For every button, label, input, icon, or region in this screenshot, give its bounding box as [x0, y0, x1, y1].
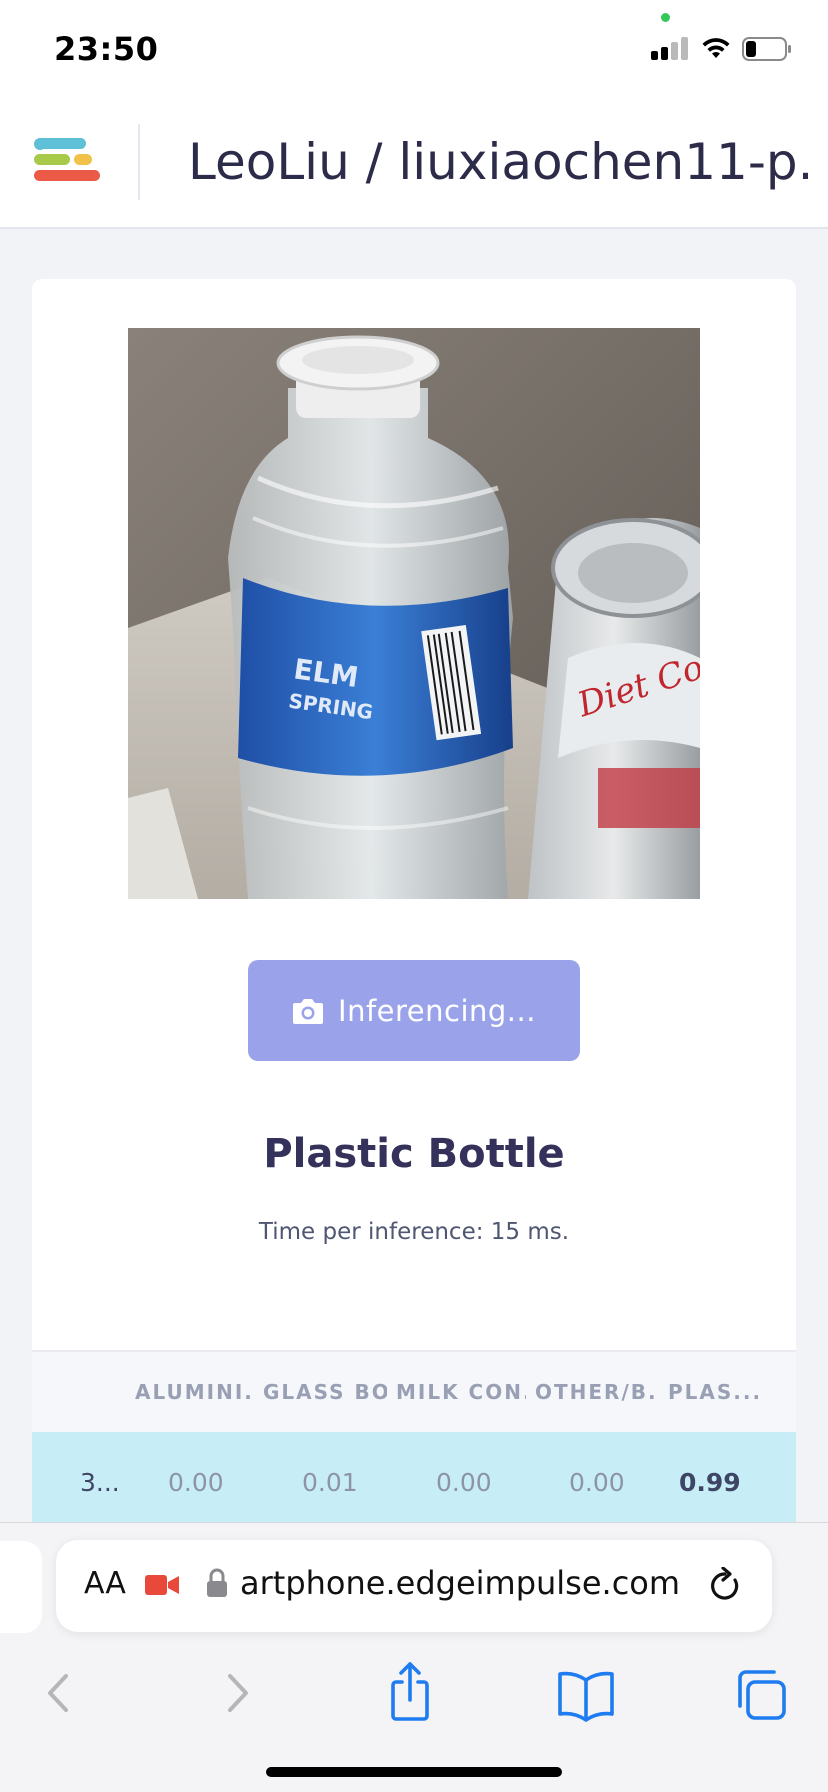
column-header: MILK CON... [396, 1380, 526, 1404]
classifier-card: Diet Coke ELM SPRING Inferencing... Plas… [32, 279, 796, 1532]
table-cell: 0.00 [436, 1468, 492, 1497]
table-row: 3... 0.00 0.01 0.00 0.00 0.99 [32, 1432, 796, 1532]
project-title[interactable]: LeoLiu / liuxiaochen11-p... [188, 130, 808, 195]
tabs-button[interactable] [730, 1658, 790, 1728]
camera-preview-image: Diet Coke ELM SPRING [128, 328, 700, 899]
tabs-icon [738, 1670, 786, 1720]
table-cell: 0.00 [569, 1468, 625, 1497]
bookmarks-icon [558, 1671, 614, 1722]
reload-icon[interactable] [708, 1567, 742, 1603]
column-header: PLAS... [668, 1380, 758, 1404]
camera-recording-icon[interactable] [144, 1573, 180, 1597]
column-header: OTHER/B... [535, 1380, 655, 1404]
header-divider [138, 124, 140, 200]
forward-button[interactable] [206, 1658, 266, 1728]
inference-time: Time per inference: 15 ms. [258, 1219, 570, 1245]
lock-icon [207, 1568, 227, 1597]
browser-toolbar [0, 1658, 828, 1738]
table-cell-top-score: 0.99 [679, 1468, 741, 1497]
text-size-button[interactable]: AA [84, 1566, 126, 1601]
address-bar[interactable]: AA artphone.edgeimpulse.com [56, 1540, 772, 1632]
capture-button-label: Inferencing... [338, 993, 536, 1028]
forward-icon [228, 1674, 248, 1712]
camera-in-use-dot [661, 13, 670, 22]
text-size-label: AA [84, 1566, 126, 1601]
table-cell: 0.00 [168, 1468, 224, 1497]
camera-icon [293, 998, 324, 1024]
result-label: Plastic Bottle [263, 1131, 565, 1177]
wifi-icon [702, 38, 730, 58]
share-button[interactable] [380, 1658, 440, 1728]
status-time: 23:50 [54, 30, 159, 68]
edge-impulse-menu-icon[interactable] [34, 136, 104, 186]
capture-button[interactable]: Inferencing... [248, 960, 580, 1061]
column-header: ALUMINI... [135, 1380, 255, 1404]
previous-tab-preview[interactable] [0, 1541, 42, 1633]
table-header-row: ALUMINI... GLASS BO... MILK CON... OTHER… [32, 1352, 796, 1432]
back-icon [48, 1674, 68, 1712]
battery-icon [742, 37, 791, 61]
bookmarks-button[interactable] [554, 1658, 618, 1728]
share-icon [391, 1662, 429, 1721]
browser-chrome: AA artphone.edgeimpulse.com [0, 1522, 828, 1792]
table-cell: 0.01 [302, 1468, 358, 1497]
url-text[interactable]: artphone.edgeimpulse.com [240, 1564, 730, 1602]
app-header: LeoLiu / liuxiaochen11-p... [0, 100, 828, 229]
cellular-signal-icon [651, 36, 691, 60]
camera-frame-illustration: Diet Coke ELM SPRING [128, 328, 700, 899]
column-header: GLASS BO... [263, 1380, 387, 1404]
table-cell: 3... [80, 1468, 120, 1497]
back-button[interactable] [30, 1658, 90, 1728]
home-indicator[interactable] [266, 1767, 562, 1777]
results-table: ALUMINI... GLASS BO... MILK CON... OTHER… [32, 1350, 796, 1532]
status-bar: 23:50 [0, 0, 828, 100]
